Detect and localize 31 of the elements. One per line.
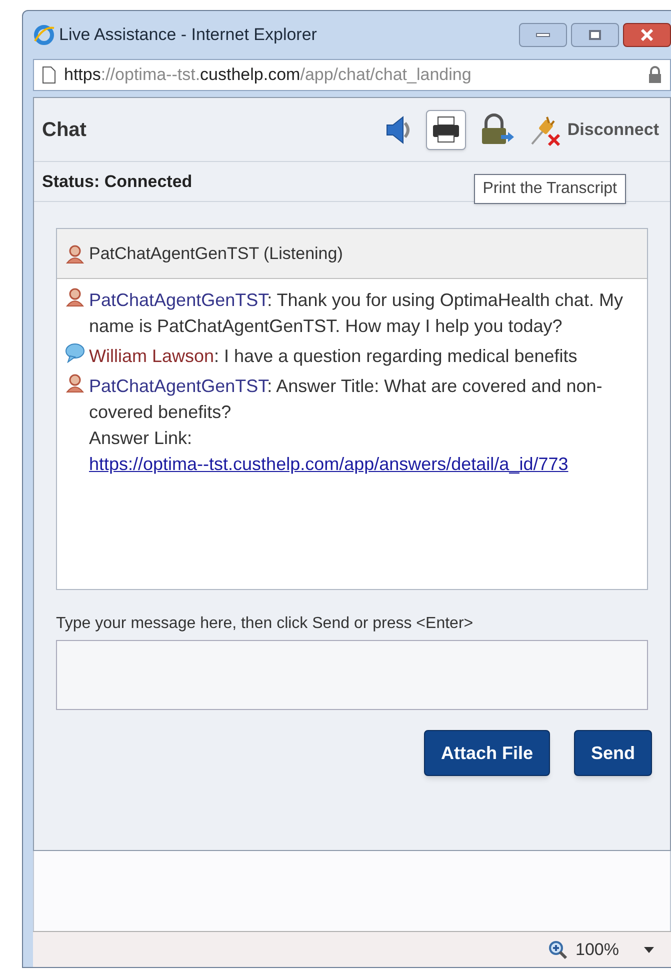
person-icon	[65, 373, 85, 393]
close-button[interactable]	[623, 23, 671, 47]
disconnect-button[interactable]: Disconnect	[526, 110, 662, 150]
padlock-icon	[648, 66, 662, 84]
tooltip: Print the Transcript	[474, 174, 626, 204]
page-icon	[42, 66, 56, 84]
chat-message: William Lawson: I have a question regarding medical benefits	[89, 345, 578, 368]
person-icon	[65, 244, 85, 264]
chat-title: Chat	[42, 118, 86, 142]
send-button[interactable]: Send	[574, 730, 652, 776]
address-bar[interactable]: https://optima--tst.custhelp.com/app/chat/chat_landing	[33, 59, 671, 91]
message-input[interactable]	[56, 640, 648, 710]
maximize-button[interactable]	[571, 23, 619, 47]
dropdown-caret-icon[interactable]	[643, 946, 655, 954]
minimize-button[interactable]	[519, 23, 567, 47]
answer-link[interactable]: https://optima--tst.custhelp.com/app/answers/detail/a_id/773	[89, 451, 568, 477]
toolbar-button[interactable]	[426, 110, 466, 150]
chat-message: PatChatAgentGenTST: Thank you for using OptimaHealth chat. My name is PatChatAgentGenTST. How may I help you today?	[89, 289, 624, 338]
attach-file-button[interactable]: Attach File	[424, 730, 550, 776]
participant-status: PatChatAgentGenTST (Listening)	[89, 242, 343, 265]
browser-logo-icon	[33, 24, 55, 46]
speech-bubble-icon	[65, 343, 85, 363]
chat-message: PatChatAgentGenTST: Answer Title: What are covered and non-covered benefits? Answer Link: https://optima--tst.custhelp.com/app/answers/detail/a_id/773	[89, 373, 639, 477]
person-icon	[65, 287, 85, 307]
url-text: https://optima--tst.custhelp.com/app/chat/chat_landing	[64, 64, 472, 86]
status-text: Status: Connected	[42, 170, 192, 193]
zoom-icon	[548, 940, 568, 960]
zoom-level[interactable]: 100%	[576, 936, 619, 962]
window-title: Live Assistance - Internet Explorer	[59, 24, 317, 46]
input-label: Type your message here, then click Send or press <Enter>	[56, 614, 474, 634]
close-icon	[640, 29, 654, 41]
